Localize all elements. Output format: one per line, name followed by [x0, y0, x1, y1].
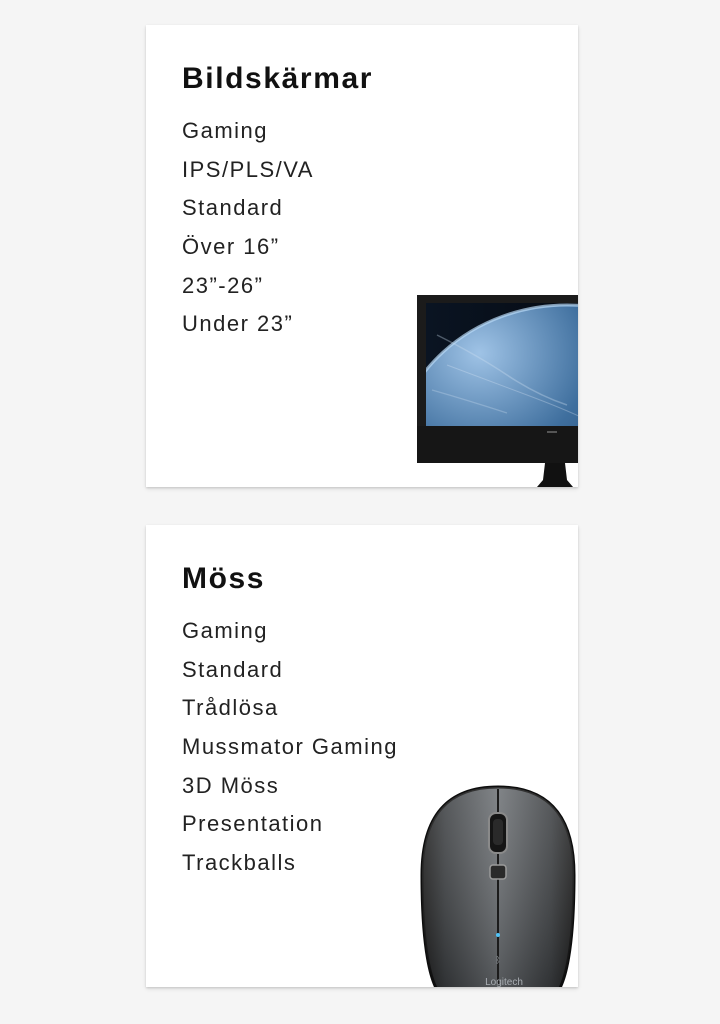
subcategory-link-presentation[interactable]: Presentation [182, 805, 398, 844]
subcategory-link-mussmator-gaming[interactable]: Mussmator Gaming [182, 728, 398, 767]
subcategory-link-3d-moss[interactable]: 3D Möss [182, 767, 398, 806]
subcategory-link-gaming[interactable]: Gaming [182, 612, 398, 651]
subcategory-link-ips-pls-va[interactable]: IPS/PLS/VA [182, 151, 314, 190]
mouse-image: ᛒ Logitech [420, 785, 576, 987]
subcategory-list-monitors: Gaming IPS/PLS/VA Standard Över 16” 23”-… [182, 112, 314, 344]
subcategory-link-23-26[interactable]: 23”-26” [182, 267, 314, 306]
subcategory-list-mice: Gaming Standard Trådlösa Mussmator Gamin… [182, 612, 398, 883]
subcategory-link-tradlosa[interactable]: Trådlösa [182, 689, 398, 728]
category-card-monitors: Bildskärmar Gaming IPS/PLS/VA Standard Ö… [146, 25, 578, 487]
category-title-monitors[interactable]: Bildskärmar [182, 61, 373, 97]
subcategory-link-standard[interactable]: Standard [182, 189, 314, 228]
subcategory-link-trackballs[interactable]: Trackballs [182, 844, 398, 883]
subcategory-link-standard[interactable]: Standard [182, 651, 398, 690]
subcategory-link-gaming[interactable]: Gaming [182, 112, 314, 151]
category-card-mice: Möss Gaming Standard Trådlösa Mussmator … [146, 525, 578, 987]
mouse-brand-logo: Logitech [485, 977, 523, 987]
category-title-mice[interactable]: Möss [182, 561, 265, 597]
subcategory-link-under-23[interactable]: Under 23” [182, 305, 314, 344]
subcategory-link-over-16[interactable]: Över 16” [182, 228, 314, 267]
svg-text:ᛒ: ᛒ [495, 955, 500, 966]
monitor-image [417, 295, 578, 487]
